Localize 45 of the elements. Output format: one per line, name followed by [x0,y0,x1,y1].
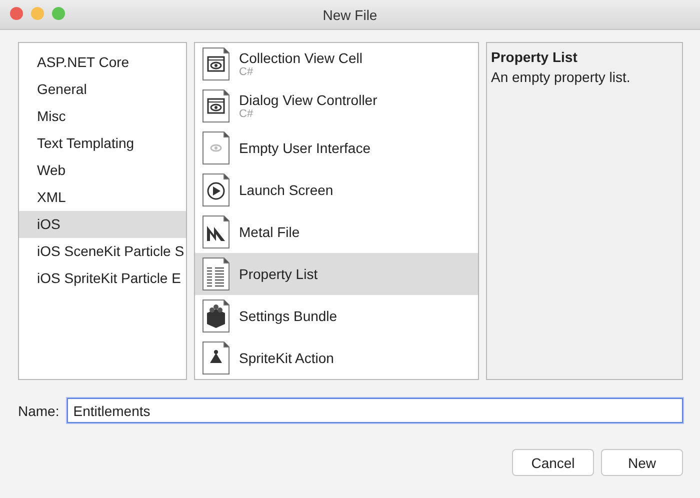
new-button[interactable]: New [601,449,683,476]
template-name: Settings Bundle [239,308,338,324]
category-item[interactable]: Web [19,157,186,184]
category-item[interactable]: iOS SceneKit Particle S [19,238,186,265]
play-file-icon [202,173,230,207]
close-button[interactable] [10,7,23,20]
faint-eye-file-icon [202,131,230,165]
zoom-button[interactable] [52,7,65,20]
template-item[interactable]: Collection View Cell C# [195,43,478,85]
template-item[interactable]: SpriteKit Action [195,337,478,379]
eye-file-icon [202,89,230,123]
template-name: Dialog View Controller [239,92,378,108]
category-item[interactable]: XML [19,184,186,211]
category-item[interactable]: Misc [19,103,186,130]
metal-file-icon [202,215,230,249]
description-title: Property List [491,49,578,65]
window-title: New File [322,6,378,22]
category-item[interactable]: Text Templating [19,130,186,157]
category-item[interactable]: iOS [19,211,186,238]
sprite-file-icon [202,341,230,375]
template-item[interactable]: Launch Screen [195,169,478,211]
eye-file-icon [202,47,230,81]
list-file-icon [202,257,230,291]
template-name: Property List [239,266,318,282]
template-name: Collection View Cell [239,50,362,66]
template-name: Launch Screen [239,182,334,198]
category-item[interactable]: iOS SpriteKit Particle E [19,265,186,292]
name-label: Name: [18,402,60,418]
template-name: SpriteKit Action [239,350,334,366]
template-item[interactable]: Empty User Interface [195,127,478,169]
template-name: Metal File [239,224,300,240]
template-language: C# [239,108,254,120]
category-item[interactable]: General [19,76,186,103]
template-item[interactable]: Property List [195,253,478,295]
template-language: C# [239,66,254,78]
template-item[interactable]: Metal File [195,211,478,253]
template-item[interactable]: Dialog View Controller C# [195,85,478,127]
cancel-button[interactable]: Cancel [512,449,594,476]
name-field[interactable]: Entitlements [67,398,683,423]
bundle-file-icon [202,299,230,333]
description-text: An empty property list. [491,69,630,85]
template-item[interactable]: Settings Bundle [195,295,478,337]
category-item[interactable]: ASP.NET Core [19,49,186,76]
template-name: Empty User Interface [239,140,370,156]
minimize-button[interactable] [31,7,44,20]
